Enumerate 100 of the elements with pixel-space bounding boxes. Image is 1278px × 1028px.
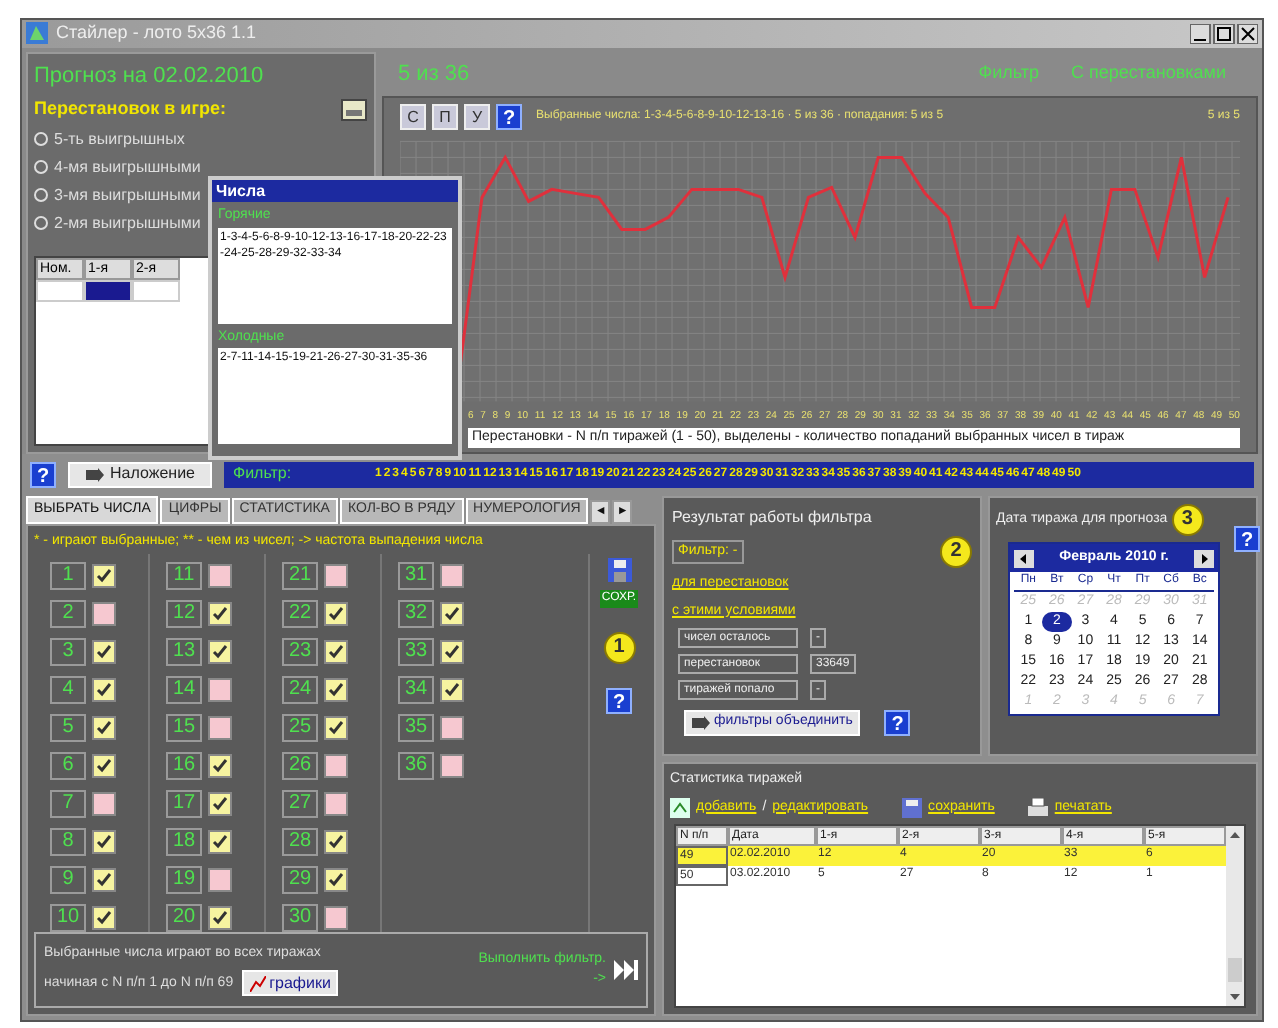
checkbox[interactable] <box>92 563 116 588</box>
checkbox[interactable] <box>324 563 348 588</box>
window-controls-icon[interactable] <box>1190 23 1258 44</box>
chart-mode-button[interactable]: С <box>400 103 426 130</box>
chart-mode-button[interactable]: П <box>432 103 458 130</box>
number-label: 20 <box>166 903 202 932</box>
table-cell[interactable] <box>84 279 132 302</box>
checkbox[interactable] <box>208 791 232 816</box>
number-badge: 2 <box>940 536 972 569</box>
number-label: 1 <box>50 561 86 590</box>
status-label: С перестановками <box>1070 60 1226 87</box>
number-label: 7 <box>50 789 86 818</box>
checkbox[interactable] <box>208 563 232 588</box>
checkbox[interactable] <box>440 563 464 588</box>
checkbox[interactable] <box>324 715 348 740</box>
number-label: 30 <box>282 903 318 932</box>
help-button[interactable]: ? <box>30 461 56 488</box>
checkbox[interactable] <box>208 601 232 626</box>
checkbox[interactable] <box>208 829 232 854</box>
fast-forward-icon[interactable] <box>614 960 638 981</box>
number-label: 18 <box>166 827 202 856</box>
checkbox[interactable] <box>324 639 348 664</box>
save-icon[interactable] <box>902 797 923 818</box>
filter-label: Фильтр: <box>232 462 294 487</box>
chart-mode-button[interactable]: У <box>464 103 490 130</box>
table-cell[interactable] <box>36 279 84 302</box>
checkbox[interactable] <box>92 753 116 778</box>
status-label: Фильтр <box>978 60 1039 87</box>
number-label: 28 <box>282 827 318 856</box>
checkbox[interactable] <box>92 601 116 626</box>
number-badge: 1 <box>603 631 635 664</box>
help-button[interactable]: ? <box>606 687 632 714</box>
number-badge: 3 <box>1171 504 1204 537</box>
app-icon <box>26 22 48 45</box>
checkbox[interactable] <box>208 639 232 664</box>
number-label: 5 <box>50 713 86 742</box>
checkbox[interactable] <box>208 715 232 740</box>
number-label: 29 <box>282 865 318 894</box>
panel-subtitle: Перестановок в игре: <box>34 96 226 123</box>
number-label: 17 <box>166 789 202 818</box>
arrow-icon <box>692 716 710 731</box>
number-label: 14 <box>166 675 202 704</box>
checkbox[interactable] <box>440 715 464 740</box>
number-label: 9 <box>50 865 86 894</box>
arrow-icon <box>86 467 104 482</box>
number-label: 6 <box>50 751 86 780</box>
panel-title: Результат работы фильтра <box>672 506 874 531</box>
radio-option[interactable]: 5-ть выигрышных <box>34 127 368 152</box>
checkbox[interactable] <box>440 639 464 664</box>
checkbox[interactable] <box>324 791 348 816</box>
checkbox[interactable] <box>92 829 116 854</box>
number-label: 12 <box>166 599 202 628</box>
number-label: 34 <box>398 675 434 704</box>
checkbox[interactable] <box>92 715 116 740</box>
checkbox[interactable] <box>208 753 232 778</box>
help-button[interactable]: ? <box>496 103 522 130</box>
checkbox[interactable] <box>92 905 116 930</box>
checkbox[interactable] <box>440 601 464 626</box>
number-label: 23 <box>282 637 318 666</box>
help-button[interactable]: ? <box>884 710 911 737</box>
checkbox[interactable] <box>92 867 116 892</box>
number-label: 16 <box>166 751 202 780</box>
checkbox[interactable] <box>324 905 348 930</box>
radio-option[interactable]: 4-мя выигрышными <box>34 155 368 180</box>
checkbox[interactable] <box>440 677 464 702</box>
number-label: 10 <box>50 903 86 932</box>
number-label: 33 <box>398 637 434 666</box>
checkbox[interactable] <box>324 829 348 854</box>
number-label: 26 <box>282 751 318 780</box>
number-label: 21 <box>282 561 318 590</box>
checkbox[interactable] <box>208 677 232 702</box>
printer-icon[interactable] <box>340 98 368 123</box>
checkbox[interactable] <box>324 677 348 702</box>
save-icon[interactable] <box>607 557 631 582</box>
number-label: 11 <box>166 561 202 590</box>
window-title: Стайлер - лото 5х36 1.1 <box>56 20 257 47</box>
table-cell[interactable] <box>132 279 180 302</box>
next-month-icon[interactable] <box>1194 549 1214 568</box>
checkbox[interactable] <box>208 905 232 930</box>
checkbox[interactable] <box>208 867 232 892</box>
help-button[interactable]: ? <box>1234 526 1260 553</box>
scrollbar[interactable] <box>1226 826 1244 1007</box>
chart-title: 5 из 36 <box>398 59 470 90</box>
number-label: 24 <box>282 675 318 704</box>
number-label: 13 <box>166 637 202 666</box>
checkbox[interactable] <box>92 677 116 702</box>
overlay-button[interactable]: Наложение <box>68 461 213 488</box>
number-label: 25 <box>282 713 318 742</box>
panel-title: Прогноз на 02.02.2010 <box>34 61 266 92</box>
checkbox[interactable] <box>324 601 348 626</box>
checkbox[interactable] <box>324 867 348 892</box>
graphs-button[interactable]: графики <box>241 970 339 997</box>
previous-month-icon[interactable] <box>1014 549 1034 568</box>
checkbox[interactable] <box>92 639 116 664</box>
checkbox[interactable] <box>324 753 348 778</box>
number-label: 8 <box>50 827 86 856</box>
printer-icon[interactable] <box>1028 797 1049 818</box>
dialog-title: Числа <box>212 180 458 202</box>
checkbox[interactable] <box>92 791 116 816</box>
checkbox[interactable] <box>440 753 464 778</box>
